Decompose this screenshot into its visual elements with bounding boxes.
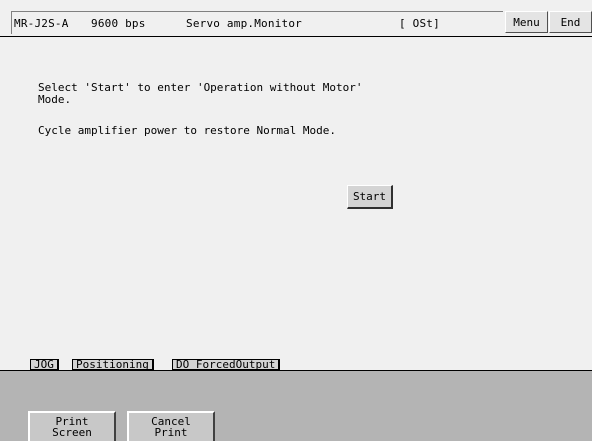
instruction-line-1: Select 'Start' to enter 'Operation witho…	[38, 81, 363, 94]
baud-rate-label: 9600 bps	[91, 17, 146, 30]
end-button[interactable]: End	[549, 11, 592, 33]
model-label: MR-J2S-A	[14, 17, 69, 30]
title-bar: MR-J2S-A 9600 bps Servo amp.Monitor [ OS…	[0, 0, 592, 37]
bottom-panel: Print Screen Cancel Print	[0, 370, 592, 441]
mode-label: Servo amp.Monitor	[186, 17, 302, 30]
screen: MR-J2S-A 9600 bps Servo amp.Monitor [ OS…	[0, 0, 592, 441]
print-screen-button[interactable]: Print Screen	[28, 411, 116, 441]
status-label: [ OSt]	[399, 17, 440, 30]
cancel-print-button[interactable]: Cancel Print	[127, 411, 215, 441]
main-panel: Select 'Start' to enter 'Operation witho…	[0, 37, 592, 371]
start-button[interactable]: Start	[347, 185, 393, 209]
menu-button[interactable]: Menu	[505, 11, 548, 33]
instruction-line-3: Cycle amplifier power to restore Normal …	[38, 124, 337, 137]
instruction-line-2: Mode.	[38, 93, 72, 106]
